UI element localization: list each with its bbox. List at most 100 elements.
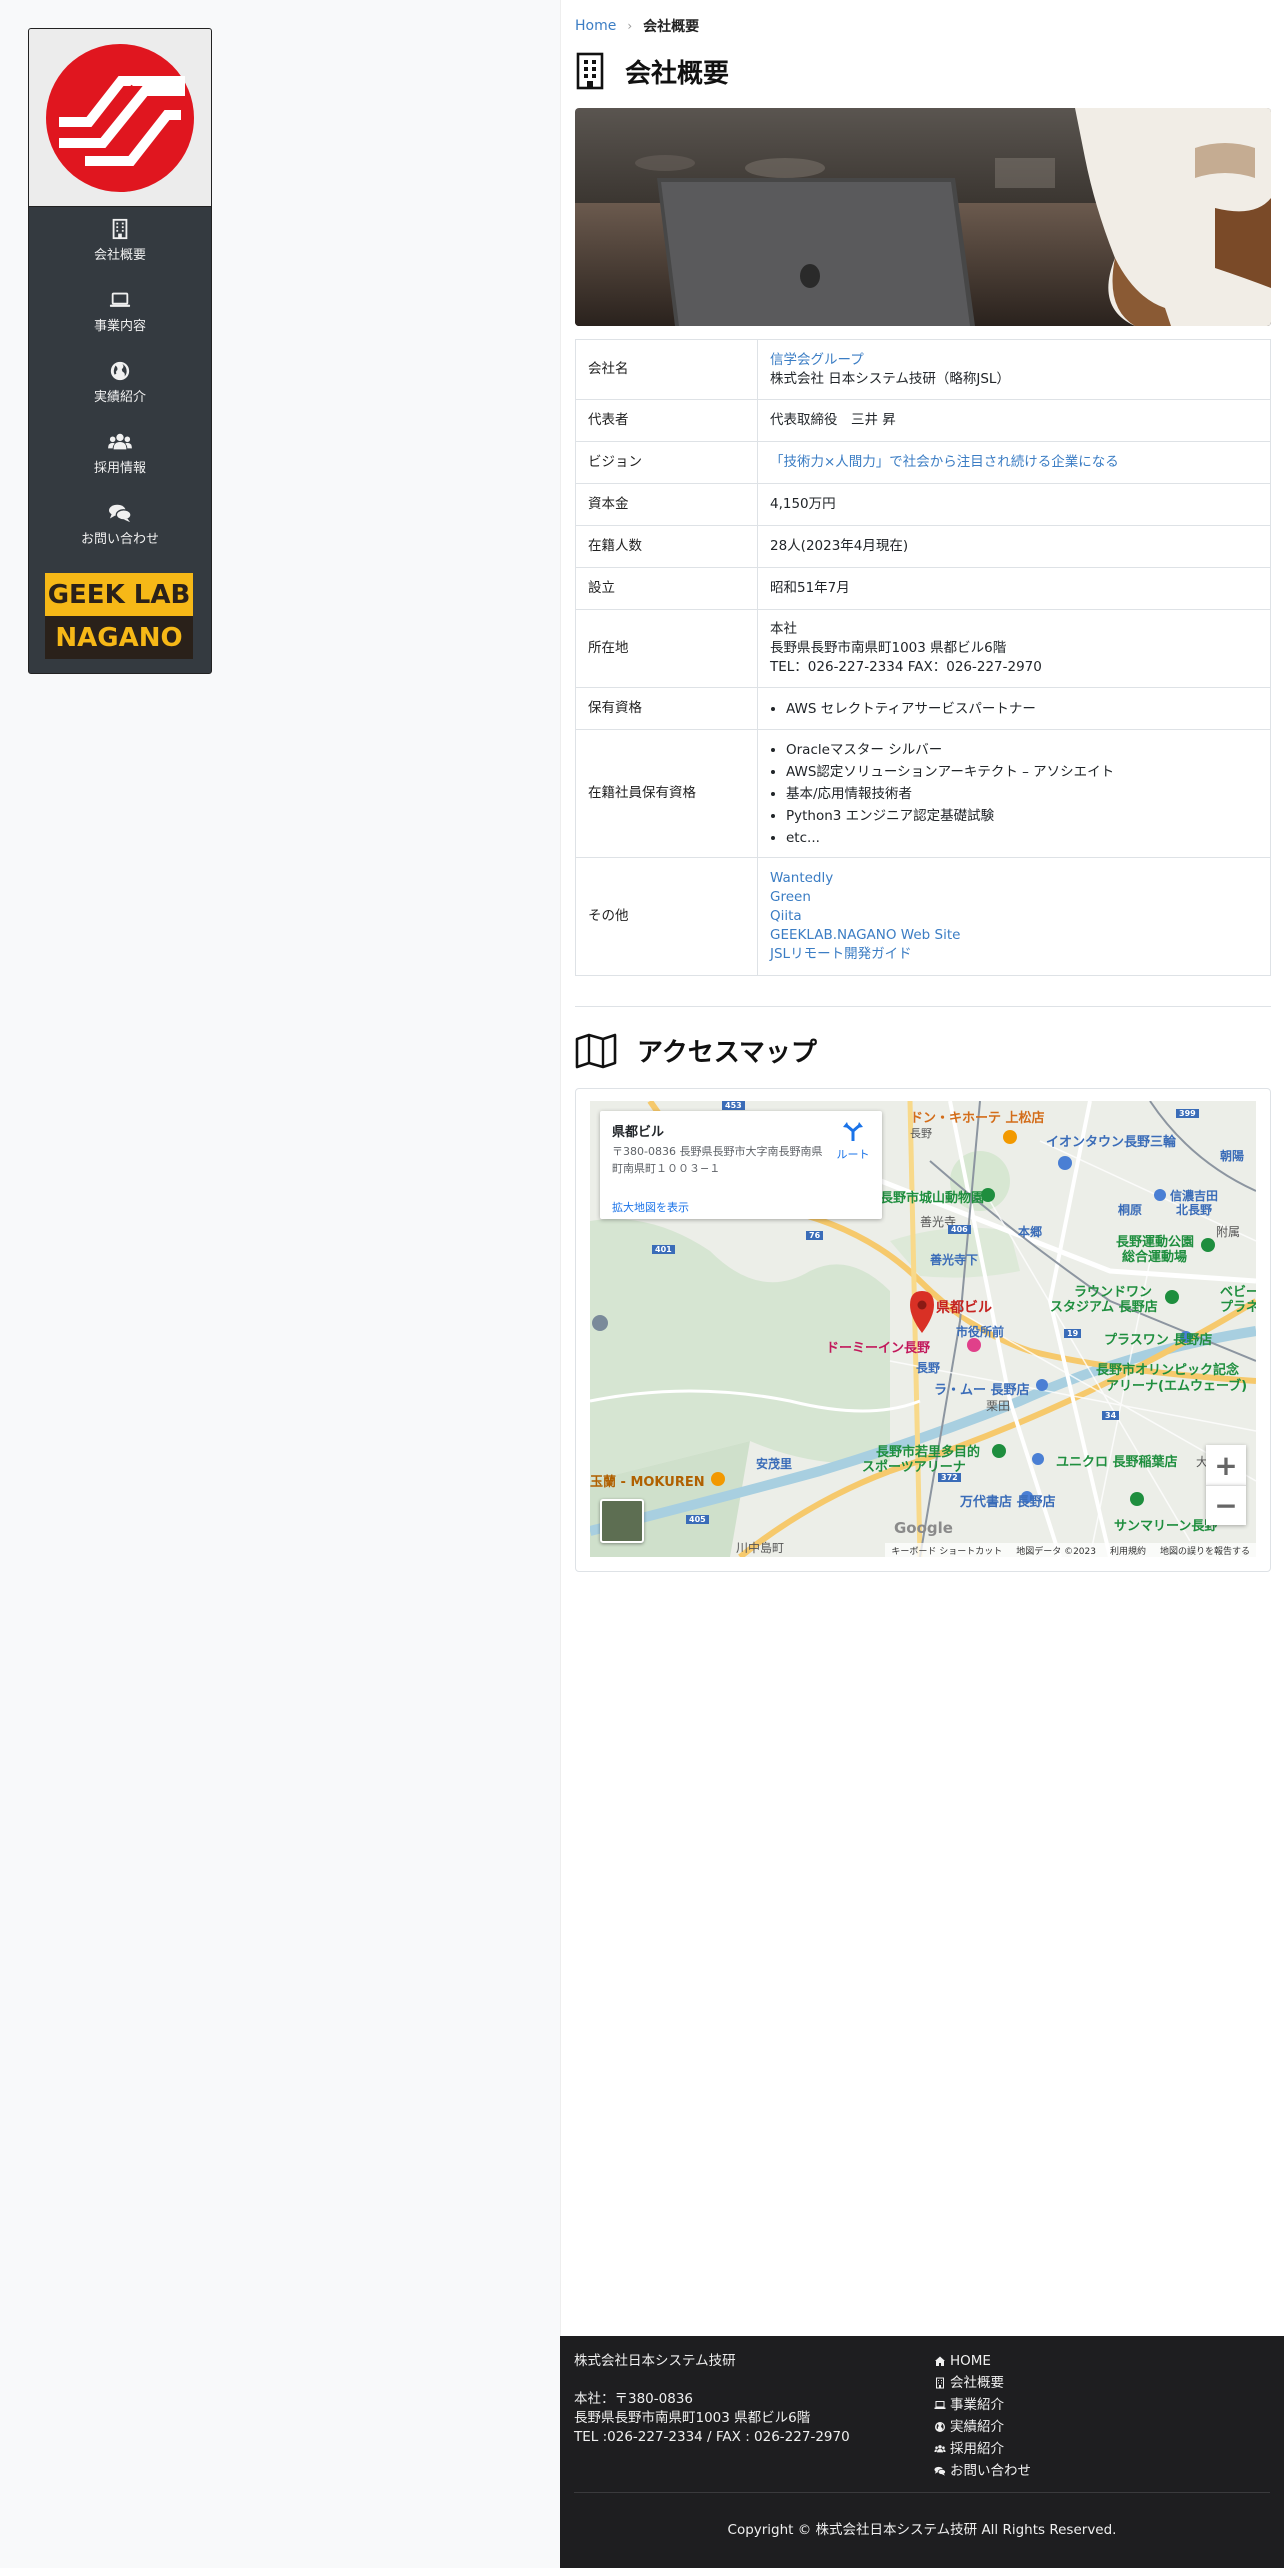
- map-label: 附属: [1216, 1225, 1241, 1239]
- footer-nav: HOME 会社概要 事業紹介 実績紹介 採用紹介 お問い合わせ: [934, 2350, 1031, 2482]
- building-icon: [112, 218, 128, 240]
- enlarge-map-link[interactable]: 拡大地図を表示: [612, 1199, 689, 1215]
- page-title: 会社概要: [575, 52, 729, 90]
- table-row: その他 Wantedly Green Qiita GEEKLAB.NAGANO …: [575, 857, 1271, 976]
- map-label: 長野市城山動物園: [880, 1191, 985, 1206]
- directions-button[interactable]: ルート: [828, 1121, 878, 1162]
- table-row: 設立 昭和51年7月: [575, 567, 1271, 610]
- list-item: Python3 エンジニア認定基礎試験: [786, 805, 1258, 827]
- site-footer: 株式会社日本システム技研 本社：〒380-0836 長野県長野市南県町1003 …: [560, 2336, 1284, 2568]
- map-label: 安茂里: [756, 1457, 793, 1471]
- route-shield: 401: [652, 1245, 675, 1254]
- breadcrumb: Home › 会社概要: [575, 16, 699, 36]
- footer-link-company[interactable]: 会社概要: [934, 2372, 1031, 2394]
- row-value: 4,150万円: [757, 483, 1271, 526]
- route-shield: 399: [1176, 1109, 1199, 1118]
- sidebar-item-label: 事業内容: [93, 319, 146, 334]
- sidebar: 会社概要 事業内容 実績紹介 採用情報 お問い合わせ GEEK LAB NAGA…: [28, 28, 212, 674]
- home-icon: [935, 2356, 945, 2366]
- geeklab-banner-bottom: NAGANO: [45, 616, 193, 659]
- comments-icon: [934, 2466, 946, 2476]
- address-line: TEL：026-227-2334 FAX：026-227-2970: [770, 659, 1042, 675]
- globe-icon: [935, 2422, 945, 2432]
- row-label: 設立: [575, 567, 758, 610]
- map-report-link[interactable]: 地図の誤りを報告する: [1160, 1544, 1250, 1557]
- list-item: etc...: [786, 827, 1258, 849]
- footer-link-label: お問い合わせ: [950, 2463, 1031, 2479]
- footer-company-name: 株式会社日本システム技研: [574, 2353, 736, 2369]
- google-watermark: Google: [894, 1519, 953, 1537]
- comments-icon: [109, 504, 132, 523]
- footer-link-label: 会社概要: [950, 2375, 1004, 2391]
- list-item: AWS認定ソリューションアーキテクト – アソシエイト: [786, 761, 1258, 783]
- row-label: 在籍人数: [575, 525, 758, 568]
- map-label: ドン・キホーテ 上松店: [910, 1111, 1045, 1126]
- sidebar-item-label: 実績紹介: [93, 390, 146, 405]
- map-footer: キーボード ショートカット 地図データ ©2023 利用規約 地図の誤りを報告す…: [885, 1543, 1256, 1557]
- zoom-in-button[interactable]: +: [1206, 1445, 1246, 1485]
- row-label: 所在地: [575, 609, 758, 688]
- map-label: 玉蘭 - MOKUREN: [590, 1475, 705, 1490]
- breadcrumb-home-link[interactable]: Home: [575, 18, 616, 34]
- zoom-out-button[interactable]: −: [1206, 1485, 1246, 1525]
- route-shield: 19: [1064, 1329, 1082, 1338]
- footer-link-home[interactable]: HOME: [934, 2350, 1031, 2372]
- map-label: 万代書店 長野店: [960, 1495, 1056, 1510]
- sidebar-item-contact[interactable]: お問い合わせ: [29, 491, 211, 562]
- map-label: 北長野: [1176, 1203, 1213, 1217]
- map-label: 総合運動場: [1122, 1250, 1188, 1265]
- section-divider: [575, 1006, 1271, 1007]
- footer-link-works[interactable]: 実績紹介: [934, 2416, 1031, 2438]
- sidebar-item-company[interactable]: 会社概要: [29, 207, 211, 278]
- map-label: ドーミーイン長野: [826, 1341, 931, 1356]
- map-label: サンマリーン長野: [1114, 1519, 1218, 1534]
- footer-link-label: 事業紹介: [950, 2397, 1004, 2413]
- users-icon: [934, 2445, 946, 2453]
- geeklab-banner[interactable]: GEEK LAB NAGANO: [45, 573, 193, 659]
- map-label: 市役所前: [956, 1325, 1005, 1339]
- footer-company-info: 株式会社日本システム技研 本社：〒380-0836 長野県長野市南県町1003 …: [574, 2352, 850, 2447]
- users-icon: [108, 433, 132, 450]
- map-terms-link[interactable]: 利用規約: [1110, 1544, 1146, 1557]
- green-link[interactable]: Green: [770, 889, 811, 905]
- vision-link[interactable]: 「技術力×人間力」で社会から注目され続ける企業になる: [770, 454, 1119, 470]
- row-value: 本社 長野県長野市南県町1003 県都ビル6階 TEL：026-227-2334…: [757, 609, 1271, 688]
- wantedly-link[interactable]: Wantedly: [770, 870, 833, 886]
- sidebar-item-works[interactable]: 実績紹介: [29, 349, 211, 420]
- geeklab-site-link[interactable]: GEEKLAB.NAGANO Web Site: [770, 927, 960, 943]
- row-value: 昭和51年7月: [757, 567, 1271, 610]
- company-group-link[interactable]: 信学会グループ: [770, 352, 864, 368]
- map-label: アリーナ(エムウェーブ): [1106, 1379, 1248, 1394]
- building-icon: [576, 52, 604, 90]
- row-label: 会社名: [575, 339, 758, 400]
- address-line: 本社: [770, 621, 797, 637]
- footer-link-label: HOME: [950, 2353, 991, 2369]
- map-pin-label: 県都ビル: [936, 1300, 992, 1316]
- table-row: 所在地 本社 長野県長野市南県町1003 県都ビル6階 TEL：026-227-…: [575, 609, 1271, 688]
- google-map[interactable]: ドン・キホーテ 上松店 長野 イオンタウン長野三輪 長野市城山動物園 善光寺 信…: [590, 1101, 1256, 1557]
- company-name: 株式会社 日本システム技研（略称JSL）: [770, 370, 1010, 387]
- globe-icon: [110, 361, 130, 381]
- footer-link-contact[interactable]: お問い合わせ: [934, 2460, 1031, 2482]
- sidebar-item-recruit[interactable]: 採用情報: [29, 420, 211, 491]
- company-profile-table: 会社名 信学会グループ 株式会社 日本システム技研（略称JSL） 代表者 代表取…: [575, 339, 1271, 976]
- satellite-toggle[interactable]: [600, 1499, 644, 1543]
- map-label: 栗田: [986, 1399, 1011, 1413]
- footer-link-business[interactable]: 事業紹介: [934, 2394, 1031, 2416]
- map-info-window: 県都ビル 〒380-0836 長野県長野市大字南長野南県町南県町１００３−１ 拡…: [600, 1111, 882, 1219]
- footer-link-recruit[interactable]: 採用紹介: [934, 2438, 1031, 2460]
- map-label: 本郷: [1018, 1225, 1043, 1239]
- route-shield: 372: [938, 1473, 961, 1482]
- qiita-link[interactable]: Qiita: [770, 908, 802, 924]
- footer-divider: [574, 2492, 1270, 2493]
- sidebar-item-business[interactable]: 事業内容: [29, 278, 211, 349]
- remote-guide-link[interactable]: JSLリモート開発ガイド: [770, 946, 912, 962]
- company-logo[interactable]: [29, 29, 211, 207]
- route-shield: 76: [806, 1231, 824, 1240]
- map-shortcuts-link[interactable]: キーボード ショートカット: [891, 1544, 1002, 1557]
- row-value: Oracleマスター シルバー AWS認定ソリューションアーキテクト – アソシ…: [757, 729, 1271, 858]
- map-label: プラネッ: [1220, 1300, 1256, 1315]
- list-item: 基本/応用情報技術者: [786, 783, 1258, 805]
- footer-zip: 本社：〒380-0836: [574, 2391, 693, 2407]
- map-label: 善光寺下: [930, 1253, 979, 1267]
